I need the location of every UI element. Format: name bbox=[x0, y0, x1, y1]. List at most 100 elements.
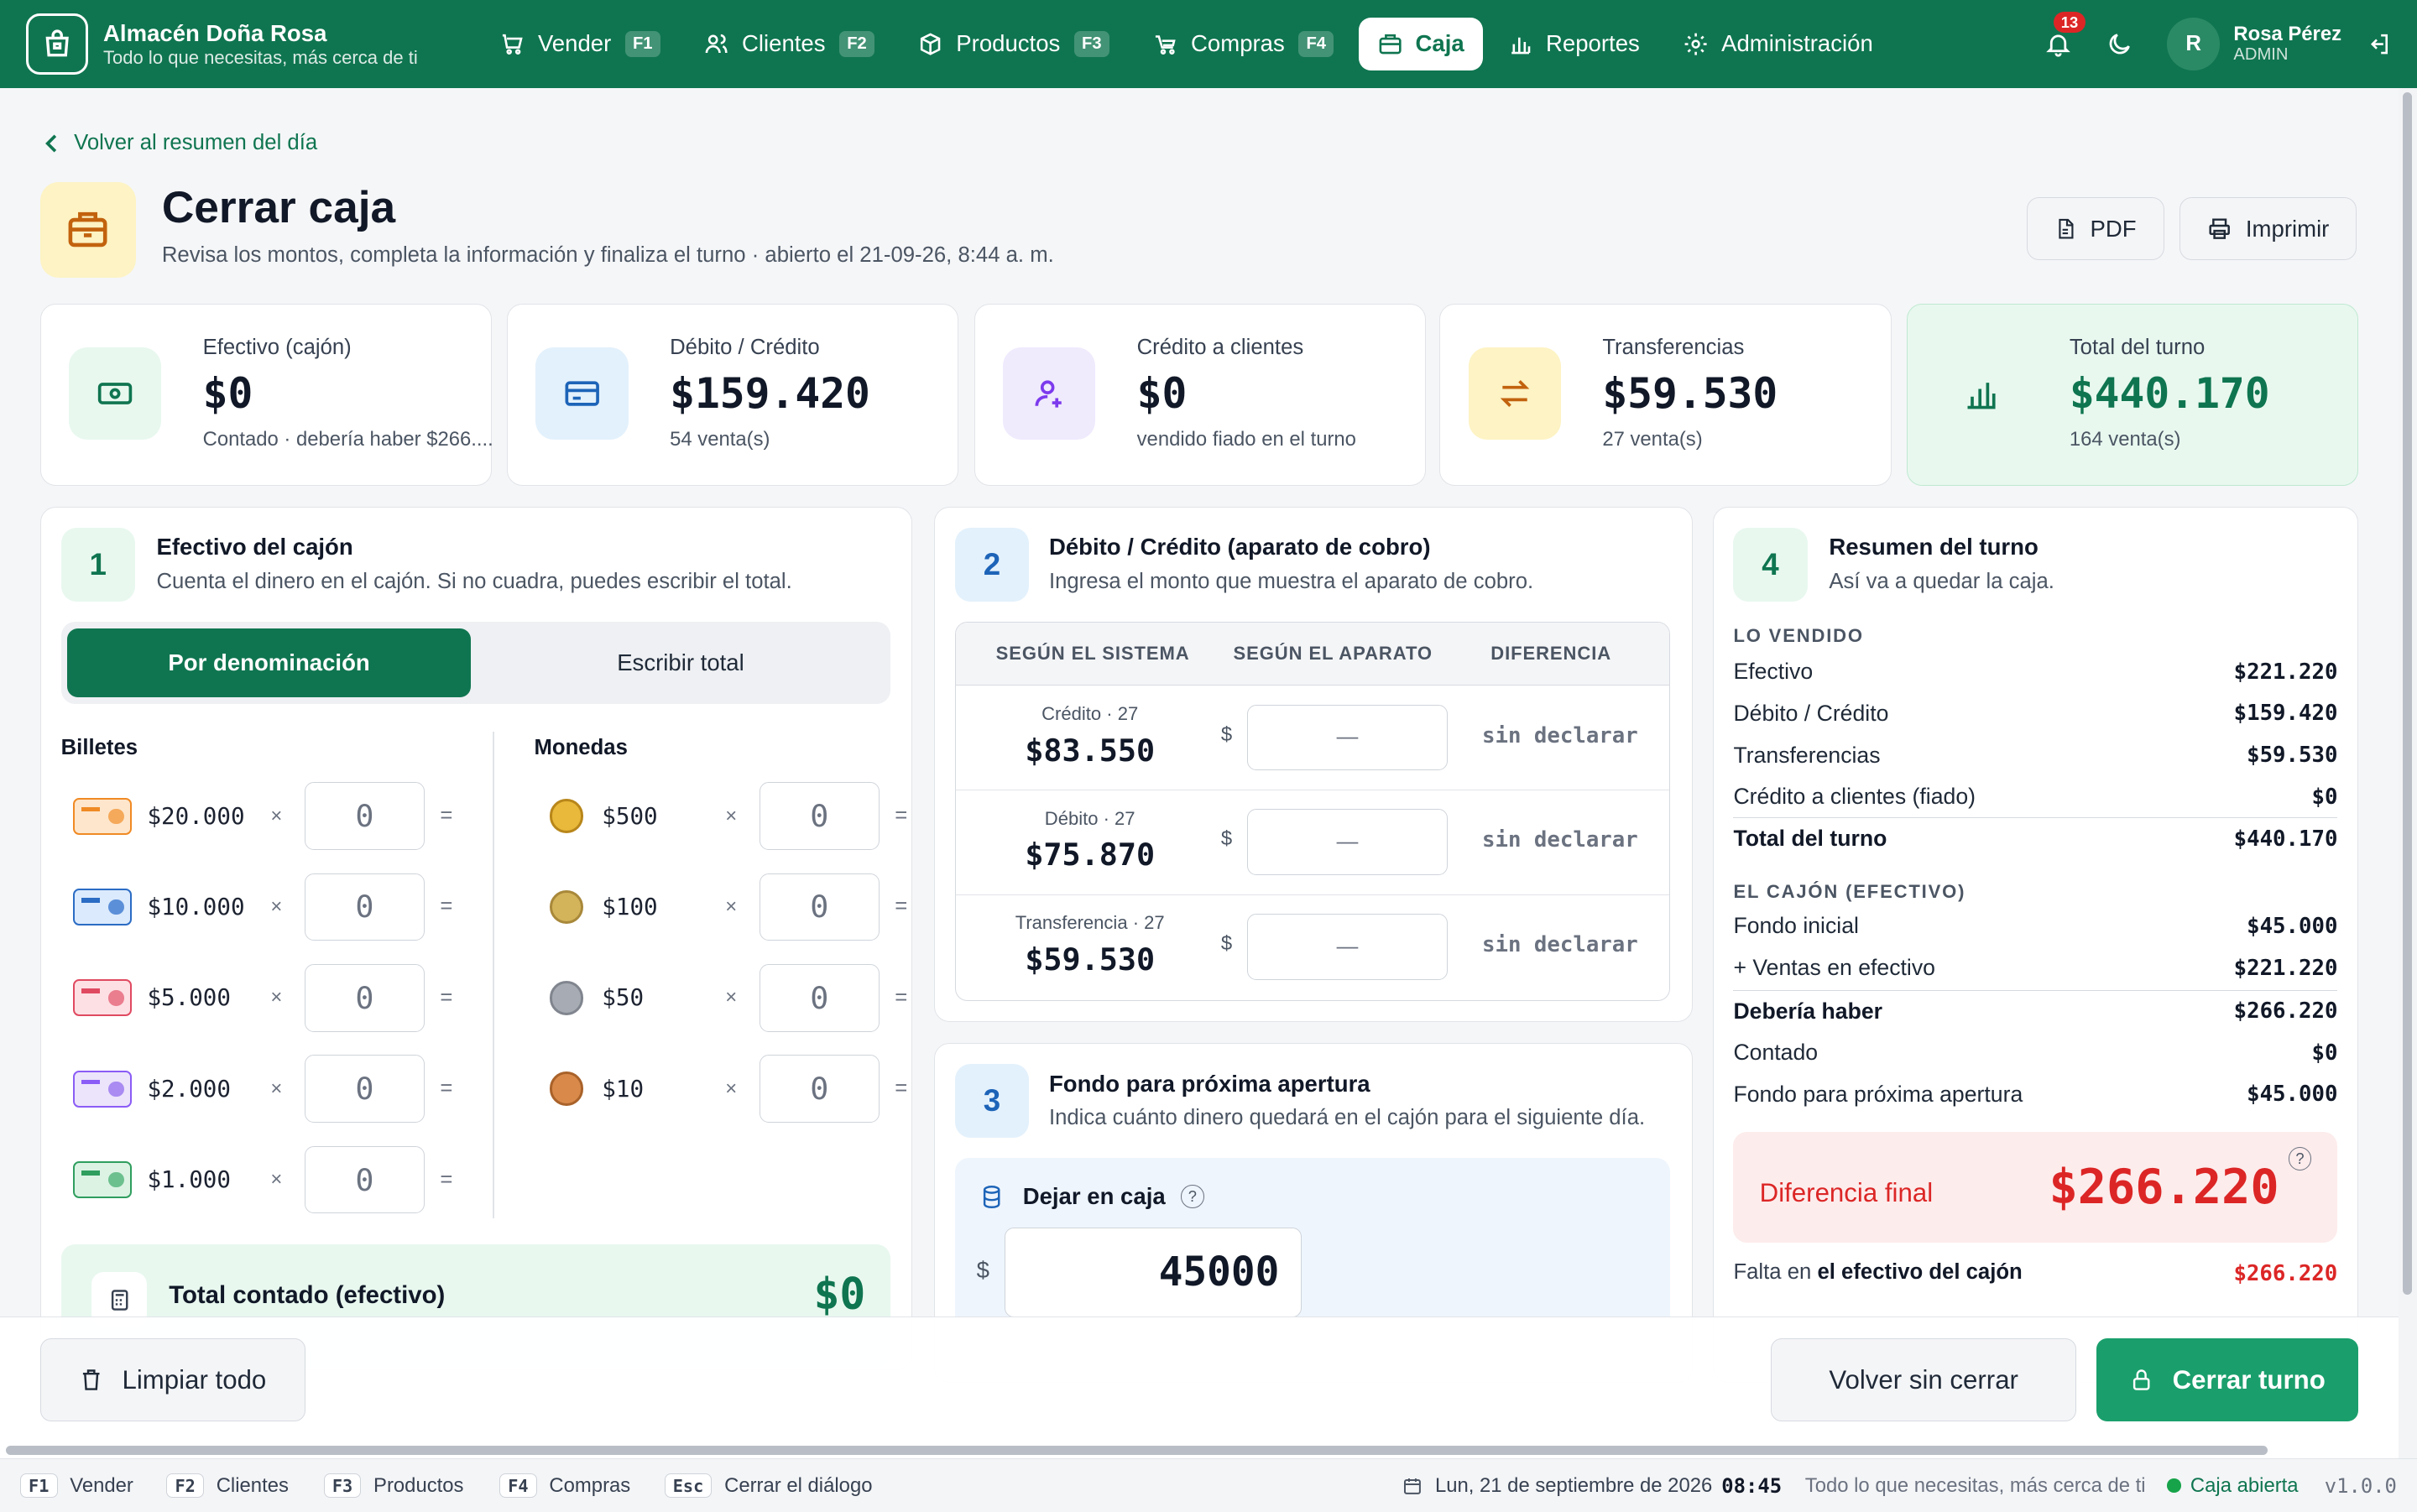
column-divider bbox=[492, 731, 494, 1218]
nav-clientes-label: Clientes bbox=[742, 30, 826, 57]
shortcut-hint[interactable]: F4 Compras bbox=[499, 1459, 630, 1512]
nav-reportes[interactable]: Reportes bbox=[1489, 18, 1658, 70]
horizontal-scrollbar[interactable] bbox=[0, 1439, 2399, 1458]
system-amount: $75.870 bbox=[1025, 837, 1156, 873]
bill-count-input[interactable]: 0 bbox=[304, 782, 425, 850]
terminal-amount-input[interactable]: — bbox=[1247, 914, 1448, 981]
bill-count-input[interactable]: 0 bbox=[304, 1055, 425, 1124]
nav-clientes[interactable]: Clientes F2 bbox=[685, 18, 893, 70]
times-sign: × bbox=[725, 804, 738, 827]
stat-value: $440.170 bbox=[2069, 368, 2270, 418]
bill-count-input[interactable]: 0 bbox=[304, 873, 425, 941]
help-icon[interactable]: ? bbox=[2288, 1147, 2312, 1171]
database-icon bbox=[984, 1185, 1000, 1208]
summary-total-row: Debería haber $266.220 bbox=[1733, 990, 2338, 1032]
close-shift-button[interactable]: Cerrar turno bbox=[2096, 1338, 2359, 1422]
logout-icon bbox=[2371, 34, 2388, 55]
table-row: Transferencia · 27 $59.530 $ — sin decla… bbox=[956, 895, 1669, 1000]
currency-sign: $ bbox=[976, 1256, 989, 1283]
shortcut-label: Productos bbox=[373, 1473, 464, 1497]
panel-subtitle: Indica cuánto dinero quedará en el cajón… bbox=[1048, 1105, 1646, 1129]
nav-administracion[interactable]: Administración bbox=[1664, 18, 1892, 70]
help-icon[interactable]: ? bbox=[1181, 1185, 1204, 1209]
row-label: Debería haber bbox=[1733, 998, 1883, 1024]
drawer-heading: EL CAJÓN (EFECTIVO) bbox=[1733, 880, 1966, 902]
write-total-tab[interactable]: Escribir total bbox=[478, 628, 885, 698]
panel-title: Resumen del turno bbox=[1829, 534, 2039, 560]
back-without-closing-button[interactable]: Volver sin cerrar bbox=[1771, 1338, 2077, 1422]
current-time: 08:45 bbox=[1721, 1473, 1783, 1498]
coin-count-input[interactable]: 0 bbox=[759, 1055, 880, 1124]
row-label: Contado bbox=[1733, 1040, 1819, 1066]
step-number: 4 bbox=[1733, 528, 1808, 602]
row-label: Débito / Crédito bbox=[1733, 700, 1889, 726]
coin-amount: $100 bbox=[602, 893, 658, 920]
final-difference-value: $266.220 bbox=[2049, 1160, 2279, 1216]
stat-card-customer-credit: Crédito a clientes $0 vendido fiado en e… bbox=[974, 303, 1426, 486]
stat-sub: 27 venta(s) bbox=[1602, 427, 1703, 451]
scrollbar-thumb[interactable] bbox=[6, 1445, 2268, 1455]
page-subtitle: Revisa los montos, completa la informaci… bbox=[161, 243, 1054, 268]
coin-icon bbox=[549, 889, 584, 925]
sold-heading: LO VENDIDO bbox=[1733, 624, 1864, 646]
clear-all-button[interactable]: Limpiar todo bbox=[39, 1338, 305, 1422]
shortcut-hint[interactable]: F3 Productos bbox=[323, 1459, 464, 1512]
bill-amount: $20.000 bbox=[147, 802, 245, 830]
counted-total-label: Total contado (efectivo) bbox=[169, 1281, 446, 1310]
stat-value: $0 bbox=[202, 368, 253, 418]
shortcut-hint[interactable]: F2 Clientes bbox=[166, 1459, 289, 1512]
bills-heading: Billetes bbox=[60, 736, 138, 760]
equals-sign: = bbox=[895, 894, 908, 919]
shortcut-hint[interactable]: Esc Cerrar el diálogo bbox=[664, 1459, 873, 1512]
terminal-amount-input[interactable]: — bbox=[1247, 704, 1448, 771]
trash-icon bbox=[82, 1369, 100, 1391]
back-to-summary-link[interactable]: Volver al resumen del día bbox=[44, 131, 317, 155]
coin-amount: $500 bbox=[602, 802, 658, 830]
terminal-amount-input[interactable]: — bbox=[1247, 809, 1448, 876]
nav-productos[interactable]: Productos F3 bbox=[899, 18, 1127, 70]
by-denomination-tab[interactable]: Por denominación bbox=[66, 628, 472, 698]
nav-compras[interactable]: Compras F4 bbox=[1134, 18, 1352, 70]
pdf-button[interactable]: PDF bbox=[2027, 197, 2164, 261]
user-icon bbox=[1002, 347, 1096, 441]
difference-status: sin declarar bbox=[1482, 932, 1638, 958]
table-header: SEGÚN EL SISTEMA SEGÚN EL APARATO DIFERE… bbox=[955, 623, 1670, 686]
bill-count-input[interactable]: 0 bbox=[304, 963, 425, 1032]
stat-sub: vendido fiado en el turno bbox=[1136, 427, 1356, 451]
stat-value: $159.420 bbox=[670, 368, 870, 418]
nav-vender[interactable]: Vender F1 bbox=[481, 18, 679, 70]
stat-value: $59.530 bbox=[1602, 368, 1778, 418]
shortcut-label: Clientes bbox=[216, 1473, 289, 1497]
users-icon bbox=[705, 34, 728, 53]
avatar[interactable]: R bbox=[2167, 18, 2220, 70]
theme-toggle[interactable] bbox=[2106, 30, 2133, 58]
fund-amount-input[interactable]: 45000 bbox=[1004, 1227, 1302, 1317]
coin-count-input[interactable]: 0 bbox=[759, 963, 880, 1032]
payment-type-label: Transferencia · 27 bbox=[1015, 912, 1165, 934]
print-button[interactable]: Imprimir bbox=[2179, 197, 2357, 261]
times-sign: × bbox=[270, 1168, 283, 1191]
logout-button[interactable] bbox=[2366, 31, 2392, 57]
action-bar: Limpiar todo Volver sin cerrar Cerrar tu… bbox=[0, 1316, 2399, 1440]
currency-sign: $ bbox=[1220, 722, 1233, 746]
shortcut-key: F4 bbox=[499, 1473, 537, 1499]
brand[interactable]: Almacén Doña Rosa Todo lo que necesitas,… bbox=[26, 13, 450, 76]
coin-count-input[interactable]: 0 bbox=[759, 782, 880, 850]
vertical-scrollbar[interactable] bbox=[2398, 87, 2417, 1460]
bill-count-input[interactable]: 0 bbox=[304, 1145, 425, 1214]
row-amount: $0 bbox=[2311, 1040, 2338, 1066]
panel-subtitle: Ingresa el monto que muestra el aparato … bbox=[1048, 569, 1534, 593]
equals-sign: = bbox=[440, 1077, 453, 1101]
nav-caja[interactable]: Caja bbox=[1358, 18, 1483, 70]
coin-count-input[interactable]: 0 bbox=[759, 873, 880, 941]
currency-sign: $ bbox=[1220, 932, 1233, 956]
scrollbar-thumb[interactable] bbox=[2403, 92, 2413, 1295]
notifications-button[interactable]: 13 bbox=[2044, 11, 2086, 58]
user-info[interactable]: Rosa Pérez ADMIN bbox=[2233, 23, 2357, 64]
panel-title: Débito / Crédito (aparato de cobro) bbox=[1048, 534, 1431, 560]
difference-status: sin declarar bbox=[1482, 722, 1638, 748]
times-sign: × bbox=[725, 986, 738, 1009]
equals-sign: = bbox=[440, 985, 453, 1009]
shortcut-hint[interactable]: F1 Vender bbox=[19, 1459, 133, 1512]
row-amount: $221.220 bbox=[2233, 659, 2338, 685]
